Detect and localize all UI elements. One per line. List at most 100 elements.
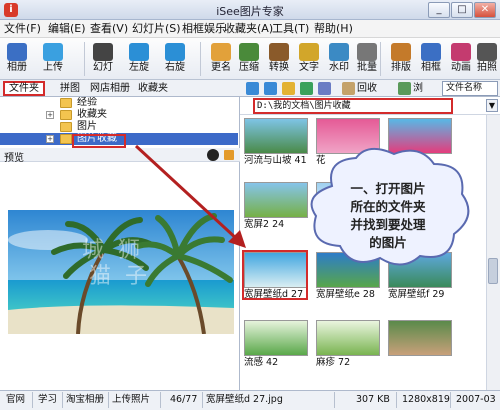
menu-frame-fun[interactable]: 相框娱乐	[182, 22, 226, 36]
menu-favorites[interactable]: 收藏夹(A)	[224, 22, 273, 36]
qq-icon[interactable]	[207, 149, 219, 161]
menu-file[interactable]: 文件(F)	[4, 22, 41, 36]
minimize-button[interactable]: _	[428, 2, 450, 18]
toolbar-button-convert[interactable]: 转换	[264, 41, 294, 79]
tab-folder[interactable]: 文件夹	[3, 81, 45, 96]
tab-shop-album[interactable]: 网店相册	[86, 81, 134, 96]
thumbnail-caption: 宽屏壁纸f 29	[388, 289, 445, 300]
maximize-button[interactable]: □	[451, 2, 473, 18]
toolbar-label: 文字	[299, 62, 319, 73]
camera-icon	[477, 43, 497, 61]
menu-help[interactable]: 帮助(H)	[314, 22, 353, 36]
thumbnail-image[interactable]	[244, 118, 308, 154]
thumbnail-caption: 宽屏壁纸e 28	[316, 289, 375, 300]
toolbar-label: 压缩	[239, 62, 259, 73]
toolbar-label: 相册	[7, 62, 27, 73]
toolbar-label: 动画	[451, 62, 471, 73]
toolbar-button-compress[interactable]: 压缩	[234, 41, 264, 79]
toolbar-button-text[interactable]: 文字	[294, 41, 324, 79]
toolbar-button-album[interactable]: 相册	[2, 41, 32, 79]
album-icon	[7, 43, 27, 61]
toolbar-label: 上传	[43, 62, 63, 73]
preview-header	[0, 148, 240, 162]
status-date: 2007-03	[456, 394, 496, 405]
status-link-upload[interactable]: 上传照片	[112, 394, 150, 406]
sort-select[interactable]: 文件名称	[442, 81, 498, 96]
text-icon	[299, 43, 319, 61]
divider	[396, 392, 397, 408]
menu-slideshow[interactable]: 幻灯片(S)	[132, 22, 181, 36]
thumbnail-caption: 河流与山坡 41	[244, 155, 307, 166]
toolbar-label: 排版	[391, 62, 411, 73]
expand-icon[interactable]: +	[46, 135, 54, 143]
thumbnail-image[interactable]	[244, 320, 308, 356]
toolbar-button-rename[interactable]: 更名	[206, 41, 236, 79]
animation-icon	[451, 43, 471, 61]
vertical-scrollbar[interactable]	[486, 115, 500, 390]
toolbar-separator	[200, 42, 201, 76]
toolbar-button-slideshow[interactable]: 幻灯	[88, 41, 118, 79]
tree-item[interactable]: + 收藏夹	[0, 109, 238, 121]
close-button[interactable]: ✕	[474, 2, 496, 18]
browse-label[interactable]: 浏	[413, 82, 423, 95]
callout-text: 一、打开图片 所在的文件夹 并找到要处理 的图片	[350, 181, 426, 250]
folder-icon	[60, 122, 72, 132]
up-folder-icon[interactable]	[282, 82, 295, 95]
browse-icon[interactable]	[398, 82, 411, 95]
expand-icon[interactable]: +	[46, 111, 54, 119]
tab-collage[interactable]: 拼图	[56, 81, 84, 96]
toolbar-button-watermark[interactable]: 水印	[324, 41, 354, 79]
toolbar-button-animation[interactable]: 动画	[446, 41, 476, 79]
folder-icon	[60, 134, 72, 144]
layout-icon	[391, 43, 411, 61]
toolbar-button-layout[interactable]: 排版	[386, 41, 416, 79]
status-filename: 宽屏壁纸d 27.jpg	[206, 394, 283, 405]
upload-icon	[43, 43, 63, 61]
convert-icon	[269, 43, 289, 61]
status-link-taobao[interactable]: 淘宝相册	[66, 394, 104, 406]
menu-view[interactable]: 查看(V)	[90, 22, 128, 36]
batch-icon	[357, 43, 377, 61]
toolbar-button-camera[interactable]: 拍照	[474, 41, 500, 79]
recycle-label[interactable]: 回收	[357, 82, 377, 95]
forward-icon[interactable]	[264, 82, 277, 95]
toolbar-label: 更名	[211, 62, 231, 73]
toolbar-button-rotate-right[interactable]: 右旋	[160, 41, 190, 79]
tree-item[interactable]: 经验	[0, 97, 238, 109]
tree-item[interactable]: 图片	[0, 121, 238, 133]
tab-favorites[interactable]: 收藏夹	[134, 81, 172, 96]
divider	[32, 392, 33, 408]
toolbar-button-frame[interactable]: 相框	[416, 41, 446, 79]
menu-tools[interactable]: 工具(T)	[272, 22, 309, 36]
selected-thumbnail-highlight	[242, 250, 308, 300]
thumbnail-image[interactable]	[388, 320, 452, 356]
thumbnail-image[interactable]	[316, 320, 380, 356]
divider	[450, 392, 451, 408]
frame-icon	[421, 43, 441, 61]
toolbar-button-upload[interactable]: 上传	[38, 41, 68, 79]
scrollbar-thumb[interactable]	[488, 258, 498, 284]
view-mode-icon[interactable]	[318, 82, 331, 95]
toolbar-button-rotate-left[interactable]: 左旋	[124, 41, 154, 79]
toolbar-button-batch[interactable]: 批量	[352, 41, 382, 79]
divider	[334, 392, 335, 408]
status-dimensions: 1280x819	[402, 394, 450, 405]
rename-icon	[211, 43, 231, 61]
path-dropdown-icon[interactable]: ▼	[486, 99, 498, 112]
rotate-left-icon	[129, 43, 149, 61]
status-link-official[interactable]: 官网	[6, 394, 25, 406]
watermark-icon	[329, 43, 349, 61]
thumbnail-image[interactable]	[244, 182, 308, 218]
toolbar-label: 右旋	[165, 62, 185, 73]
thumbnail-caption: 宽屏2 24	[244, 219, 285, 230]
chart-icon[interactable]	[224, 150, 234, 160]
recycle-icon[interactable]	[342, 82, 355, 95]
status-link-learn[interactable]: 学习	[38, 394, 57, 406]
status-count: 46/77	[170, 394, 198, 405]
toolbar-label: 转换	[269, 62, 289, 73]
path-input[interactable]: D:\我的文档\图片收藏	[253, 98, 453, 114]
refresh-icon[interactable]	[300, 82, 313, 95]
thumbnail-caption: 麻疹 72	[316, 357, 351, 368]
back-icon[interactable]	[246, 82, 259, 95]
menu-edit[interactable]: 编辑(E)	[48, 22, 86, 36]
